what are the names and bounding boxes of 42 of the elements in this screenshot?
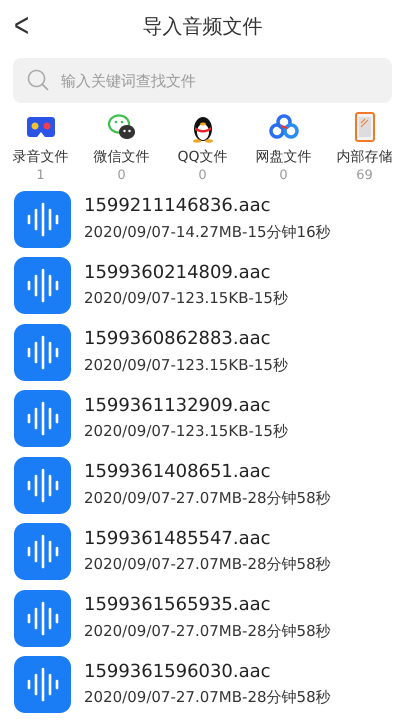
source-item[interactable]: QQ文件 0 [162,111,243,185]
audio-wave-icon [14,190,71,248]
audio-wave-icon [14,590,71,647]
source-label: 微信文件 [94,148,150,167]
search-field[interactable]: 输入关键词查找文件 [13,58,392,103]
file-details: 2020/09/07-123.15KB-15秒 [84,421,288,442]
source-label: 网盘文件 [256,148,312,167]
audio-wave-icon [14,523,71,580]
file-count: 1 [36,168,45,185]
page-title: 导入音频文件 [142,13,262,40]
file-details: 2020/09/07-123.15KB-15秒 [84,354,288,376]
source-item[interactable]: 微信文件 0 [81,111,162,185]
file-name[interactable]: 1599360862883.aac [84,328,288,351]
source-item[interactable]: 录音文件 1 [0,111,81,185]
back-button[interactable]: < [8,5,36,46]
file-details: 2020/09/07-123.15KB-15秒 [84,288,288,310]
file-details: 2020/09/07-27.07MB-28分钟58秒 [84,687,331,708]
file-name[interactable]: 1599361408651.aac [84,461,331,484]
audio-wave-icon [14,324,71,381]
file-count: 0 [279,168,288,185]
source-label: QQ文件 [177,148,228,167]
file-name[interactable]: 1599361596030.aac [84,660,331,684]
file-count: 0 [198,168,207,185]
file-name[interactable]: 1599360214809.aac [84,262,288,284]
file-details: 2020/09/07-14.27MB-15分钟16秒 [84,222,331,243]
audio-wave-icon [14,257,71,314]
file-name[interactable]: 1599361132909.aac [84,394,288,418]
file-name[interactable]: 1599361485547.aac [84,528,331,550]
source-label: 内部存储 [336,148,392,167]
file-count: 0 [117,168,126,185]
file-name[interactable]: 1599211146836.aac [84,195,331,218]
file-details: 2020/09/07-27.07MB-28分钟58秒 [84,488,331,509]
source-item[interactable]: 内部存储 69 [324,111,405,185]
file-name[interactable]: 1599361565935.aac [84,594,331,617]
source-item[interactable]: 网盘文件 0 [243,111,324,185]
file-count: 69 [356,168,373,185]
audio-wave-icon [14,390,71,448]
audio-wave-icon [14,656,71,714]
file-details: 2020/09/07-27.07MB-28分钟58秒 [84,554,331,576]
source-label: 录音文件 [12,148,68,167]
file-details: 2020/09/07-27.07MB-28分钟58秒 [84,620,331,642]
audio-wave-icon [14,456,71,514]
